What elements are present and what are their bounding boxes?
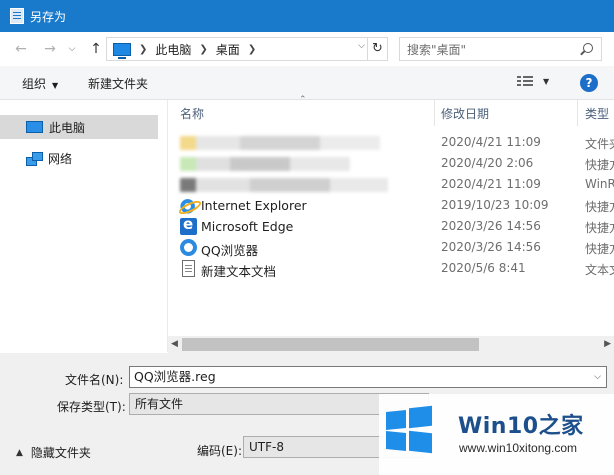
view-options-caret-icon[interactable]: ▼ <box>543 77 549 86</box>
file-date: 2020/5/6 8:41 <box>441 261 526 275</box>
obscured-file-name <box>180 136 380 150</box>
column-divider[interactable] <box>577 100 578 126</box>
arrow-up-icon[interactable]: ↑ <box>87 40 105 58</box>
view-details-icon[interactable] <box>517 76 533 88</box>
file-type: 快捷方式 <box>585 242 614 256</box>
nav-item-this-pc[interactable]: 此电脑 <box>0 115 158 139</box>
address-bar[interactable]: ❯ 此电脑 ❯ 桌面 ❯ ⌵ ↻ <box>106 37 388 61</box>
search-input[interactable]: 搜索"桌面" <box>399 37 602 61</box>
recent-locations-chevron-icon[interactable]: ⌵ <box>63 40 81 58</box>
title-bar: 另存为 <box>0 0 614 32</box>
filename-value: QQ浏览器.reg <box>134 369 216 384</box>
filename-input[interactable]: QQ浏览器.reg ⌵ <box>129 366 607 388</box>
sort-ascending-icon: ⌃ <box>299 95 307 105</box>
nav-item-label: 此电脑 <box>49 120 86 135</box>
file-date: 2020/4/20 2:06 <box>441 156 534 170</box>
command-toolbar: 组织 ▼ 新建文件夹 ▼ ? <box>0 66 614 100</box>
column-header-type[interactable]: 类型 <box>585 105 609 121</box>
breadcrumb-separator-icon[interactable]: ❯ <box>199 44 207 55</box>
file-date: 2020/4/21 11:09 <box>441 135 541 149</box>
filename-label: 文件名(N): <box>65 373 124 387</box>
file-row[interactable]: 新建文本文档 2020/5/6 8:41 文本文档 <box>168 258 614 279</box>
internet-explorer-icon <box>180 197 197 214</box>
computer-icon <box>113 42 131 59</box>
file-name: QQ浏览器 <box>201 243 259 258</box>
obscured-file-name <box>180 178 388 192</box>
arrow-right-icon[interactable]: → <box>41 40 59 58</box>
encoding-value: UTF-8 <box>249 440 284 454</box>
notepad-icon <box>10 8 24 24</box>
column-header-date[interactable]: 修改日期 <box>441 105 489 121</box>
file-row[interactable]: 2020/4/20 2:06 快捷方式 <box>168 153 614 174</box>
address-row: ← → ⌵ ↑ ❯ 此电脑 ❯ 桌面 ❯ ⌵ ↻ 搜索"桌面" <box>0 32 614 66</box>
computer-icon <box>26 121 43 133</box>
breadcrumb-desktop[interactable]: 桌面 <box>216 41 240 58</box>
arrow-left-icon[interactable]: ← <box>12 40 30 58</box>
windows-logo-icon <box>386 405 432 454</box>
edge-icon <box>180 215 197 235</box>
text-document-icon <box>182 260 195 277</box>
window-title: 另存为 <box>30 9 67 24</box>
nav-item-label: 网络 <box>48 151 73 166</box>
organize-label: 组织 <box>22 77 47 91</box>
file-row[interactable]: Microsoft Edge 2020/3/26 14:56 快捷方式 <box>168 215 614 237</box>
savetype-label: 保存类型(T): <box>57 400 126 414</box>
chevron-up-icon: ▲ <box>16 447 23 458</box>
file-row[interactable]: Internet Explorer 2019/10/23 10:09 快捷方式 <box>168 195 614 216</box>
breadcrumb-separator-icon[interactable]: ❯ <box>139 44 147 55</box>
column-divider[interactable] <box>434 100 435 126</box>
organize-button[interactable]: 组织 ▼ <box>22 75 58 92</box>
hide-folders-button[interactable]: ▲ 隐藏文件夹 <box>16 444 91 461</box>
file-type: 快捷方式 <box>585 200 614 214</box>
file-row[interactable]: 2020/4/21 11:09 文件夹 <box>168 132 614 153</box>
file-date: 2020/3/26 14:56 <box>441 219 541 233</box>
watermark-title: Win10之家 <box>458 414 584 439</box>
help-icon[interactable]: ? <box>580 74 598 92</box>
file-type: 文件夹 <box>585 137 614 151</box>
hide-folders-label: 隐藏文件夹 <box>30 446 91 460</box>
file-type: WinRAR <box>585 177 614 191</box>
file-name: Internet Explorer <box>201 198 307 213</box>
watermark-url: www.win10xitong.com <box>459 441 578 455</box>
file-date: 2020/4/21 11:09 <box>441 177 541 191</box>
file-name: Microsoft Edge <box>201 219 294 234</box>
watermark: Win10之家 www.win10xitong.com <box>379 394 614 475</box>
horizontal-scrollbar[interactable]: ◀ ▶ <box>168 336 614 353</box>
file-type: 文本文档 <box>585 263 614 277</box>
file-row[interactable]: 2020/4/21 11:09 WinRAR <box>168 174 614 195</box>
address-dropdown-icon[interactable]: ⌵ <box>358 41 365 51</box>
file-date: 2020/3/26 14:56 <box>441 240 541 254</box>
breadcrumb-separator-icon[interactable]: ❯ <box>248 44 256 55</box>
qq-browser-icon <box>180 239 197 256</box>
file-date: 2019/10/23 10:09 <box>441 198 549 212</box>
refresh-icon[interactable]: ↻ <box>367 38 387 60</box>
scroll-left-icon[interactable]: ◀ <box>171 339 178 349</box>
caret-down-icon: ▼ <box>52 81 59 90</box>
breadcrumb-this-pc[interactable]: 此电脑 <box>155 41 191 58</box>
search-icon[interactable] <box>583 43 593 53</box>
file-row[interactable]: QQ浏览器 2020/3/26 14:56 快捷方式 <box>168 237 614 258</box>
network-icon <box>26 151 43 166</box>
new-folder-button[interactable]: 新建文件夹 <box>88 75 148 92</box>
column-header-name[interactable]: 名称 <box>180 105 204 121</box>
obscured-file-name <box>180 157 350 171</box>
chevron-down-icon[interactable]: ⌵ <box>594 367 601 387</box>
search-placeholder: 搜索"桌面" <box>407 42 467 57</box>
encoding-label: 编码(E): <box>197 444 242 458</box>
scroll-right-icon[interactable]: ▶ <box>604 339 611 349</box>
scrollbar-thumb[interactable] <box>182 338 479 351</box>
nav-item-network[interactable]: 网络 <box>0 146 158 170</box>
file-name: 新建文本文档 <box>201 264 277 279</box>
file-type: 快捷方式 <box>585 158 614 172</box>
file-type: 快捷方式 <box>585 221 614 235</box>
savetype-value: 所有文件 <box>135 397 184 411</box>
navigation-pane: 此电脑 网络 <box>0 100 168 352</box>
file-list: ⌃ 名称 修改日期 类型 2020/4/21 11:09 文件夹 2020/4/… <box>168 95 614 336</box>
